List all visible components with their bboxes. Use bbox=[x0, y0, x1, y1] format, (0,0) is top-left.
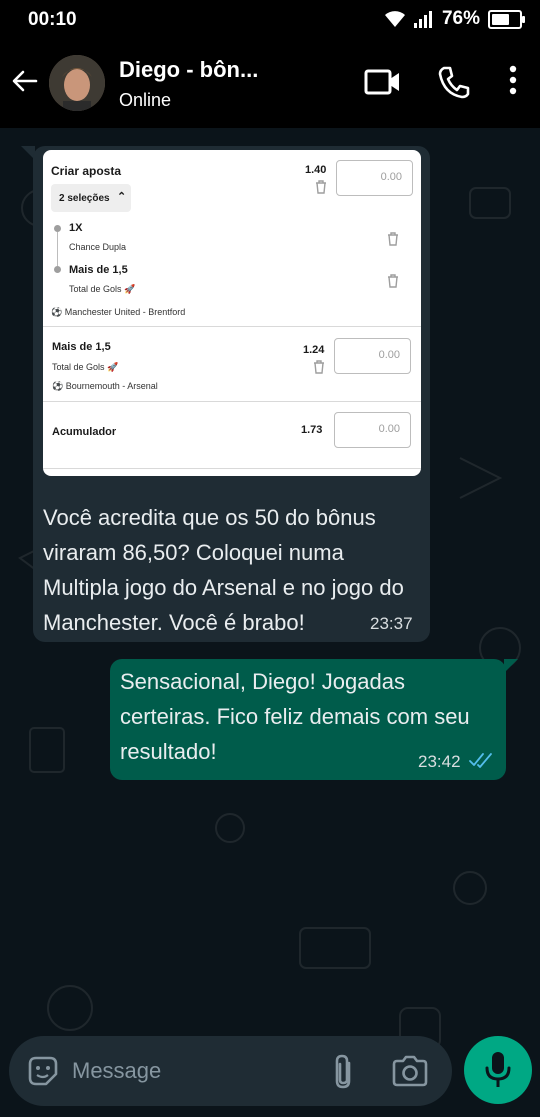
match-teams: Bournemouth - Arsenal bbox=[65, 381, 158, 391]
divider bbox=[43, 401, 421, 402]
group-stake-value: 0.00 bbox=[380, 171, 402, 183]
chevron-up-icon: ⌃ bbox=[117, 191, 127, 203]
incoming-message[interactable]: Criar aposta 1.40 0.00 2 seleções ⌃ 1X C… bbox=[33, 146, 430, 642]
match-row: ⚽ Bournemouth - Arsenal bbox=[52, 381, 158, 392]
contact-status: Online bbox=[119, 90, 172, 110]
message-input[interactable]: Message bbox=[72, 1058, 161, 1084]
bet-slip-image[interactable]: Criar aposta 1.40 0.00 2 seleções ⌃ 1X C… bbox=[43, 150, 421, 476]
trash-icon bbox=[316, 180, 326, 194]
single-stake-input: 0.00 bbox=[334, 338, 411, 374]
status-bar: 00:10 76% bbox=[0, 0, 540, 40]
soccer-ball-icon: ⚽ bbox=[51, 307, 63, 317]
voice-call-icon[interactable] bbox=[436, 64, 470, 100]
single-selection-market: Total de Gols 🚀 bbox=[52, 362, 119, 372]
single-stake-value: 0.00 bbox=[378, 349, 400, 361]
soccer-ball-icon: ⚽ bbox=[52, 381, 64, 391]
trash-icon bbox=[388, 232, 398, 246]
trash-icon bbox=[314, 360, 324, 374]
accumulator-stake-input: 0.00 bbox=[334, 412, 411, 448]
sticker-icon[interactable] bbox=[26, 1054, 60, 1088]
avatar[interactable] bbox=[49, 55, 105, 111]
match-row: ⚽ Manchester United - Brentford bbox=[51, 307, 185, 318]
battery-icon bbox=[488, 9, 525, 29]
read-receipt-icon bbox=[469, 753, 492, 768]
wifi-icon bbox=[384, 11, 405, 27]
chat-header: Diego - bôn... Online bbox=[0, 40, 540, 128]
selection-market: Chance Dupla bbox=[69, 242, 127, 252]
group-stake-input: 0.00 bbox=[336, 160, 413, 196]
single-odd: 1.24 bbox=[303, 344, 325, 356]
incoming-message-text: Você acredita que os 50 do bônus viraram… bbox=[43, 505, 404, 635]
selection-name: Mais de 1,5 bbox=[69, 264, 128, 276]
bet-slip-title: Criar aposta bbox=[51, 164, 122, 178]
selections-toggle: 2 seleções ⌃ bbox=[51, 184, 131, 212]
voice-message-button[interactable] bbox=[464, 1036, 532, 1104]
outgoing-bubble-tail bbox=[504, 659, 518, 673]
message-input-bar[interactable]: Message bbox=[9, 1036, 452, 1106]
selection-name: 1X bbox=[69, 222, 83, 234]
microphone-icon bbox=[485, 1052, 511, 1087]
accumulator-odd: 1.73 bbox=[301, 424, 323, 436]
incoming-message-time: 23:37 bbox=[370, 614, 413, 633]
group-odd: 1.40 bbox=[305, 164, 327, 176]
more-options-icon[interactable] bbox=[506, 64, 520, 100]
selection-marker bbox=[54, 266, 61, 273]
video-call-icon[interactable] bbox=[364, 64, 402, 100]
outgoing-message[interactable]: Sensacional, Diego! Jogadas certeiras. F… bbox=[110, 659, 506, 780]
chat-area[interactable]: Criar aposta 1.40 0.00 2 seleções ⌃ 1X C… bbox=[0, 128, 540, 1117]
attach-icon[interactable] bbox=[329, 1053, 359, 1091]
back-arrow-icon[interactable] bbox=[10, 66, 40, 96]
divider bbox=[43, 326, 421, 327]
single-selection-name: Mais de 1,5 bbox=[52, 341, 111, 353]
selection-marker bbox=[54, 225, 61, 232]
selection-market: Total de Gols 🚀 bbox=[69, 284, 136, 294]
battery-percent: 76% bbox=[441, 8, 480, 29]
selections-count: 2 seleções bbox=[59, 193, 110, 204]
contact-name[interactable]: Diego - bôn... bbox=[119, 57, 258, 83]
signal-icon bbox=[413, 11, 432, 28]
accumulator-label: Acumulador bbox=[52, 426, 117, 438]
trash-icon bbox=[388, 274, 398, 288]
selection-connector bbox=[57, 232, 58, 266]
match-teams: Manchester United - Brentford bbox=[64, 307, 186, 317]
status-time: 00:10 bbox=[28, 9, 77, 30]
accumulator-stake-value: 0.00 bbox=[378, 423, 400, 435]
divider bbox=[43, 468, 421, 469]
status-icons: 76% bbox=[384, 8, 525, 30]
camera-icon[interactable] bbox=[391, 1055, 429, 1087]
outgoing-message-time: 23:42 bbox=[418, 752, 461, 771]
battery-fill bbox=[492, 13, 509, 25]
